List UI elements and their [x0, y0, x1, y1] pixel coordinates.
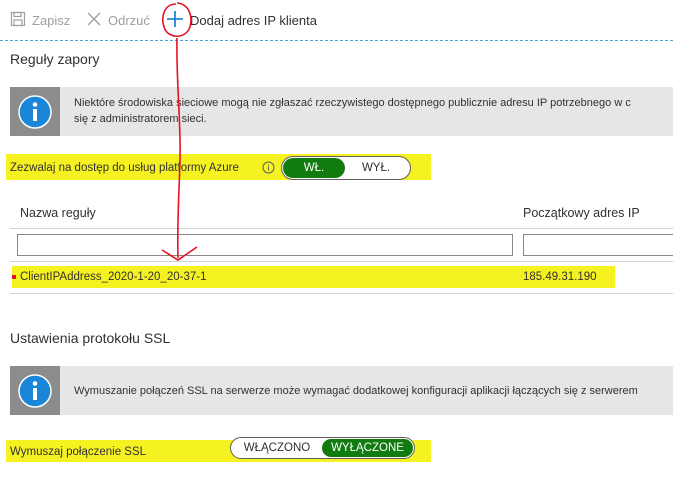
annotation-arrow: [161, 37, 198, 261]
annotation-circle: [162, 2, 192, 37]
red-annotation-overlay: [161, 2, 198, 261]
